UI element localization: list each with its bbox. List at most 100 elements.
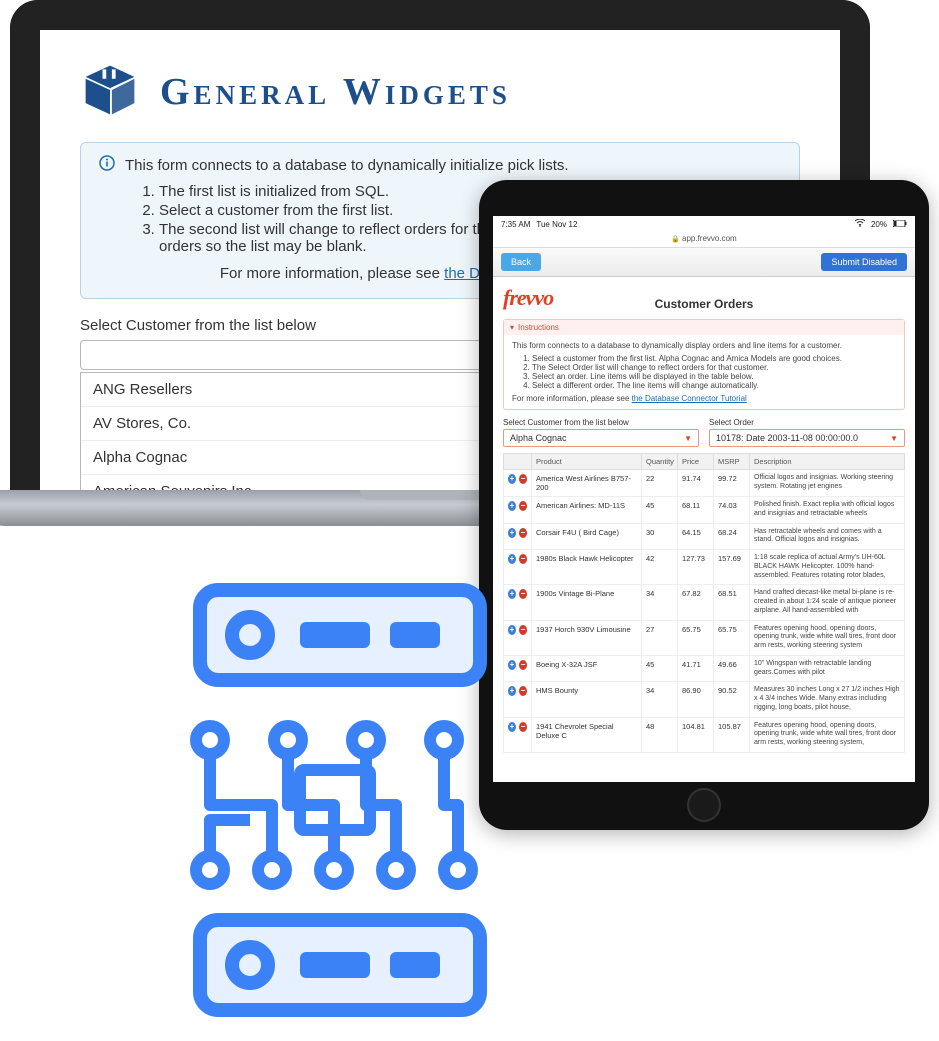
nav-bar: Back Submit Disabled bbox=[493, 248, 915, 277]
cell-product: America West Airlines B757-200 bbox=[532, 470, 642, 497]
page-title: Customer Orders bbox=[503, 297, 905, 311]
instructions-more-prefix: For more information, please see bbox=[512, 394, 632, 403]
add-row-icon[interactable]: + bbox=[508, 554, 516, 564]
wifi-icon bbox=[855, 219, 865, 229]
app-header: General Widgets bbox=[80, 60, 800, 124]
cell-desc: Has retractable wheels and comes with a … bbox=[750, 523, 905, 550]
instructions-header-text: Instructions bbox=[518, 323, 559, 332]
column-header: Product bbox=[532, 454, 642, 470]
chevron-down-icon: ▼ bbox=[684, 434, 692, 443]
customer-select-value: Alpha Cognac bbox=[510, 433, 567, 443]
cell-product: 1937 Horch 930V Limousine bbox=[532, 620, 642, 655]
order-select[interactable]: 10178: Date 2003-11-08 00:00:00.0 ▼ bbox=[709, 429, 905, 447]
remove-row-icon[interactable]: − bbox=[519, 554, 527, 564]
instructions-intro: This form connects to a database to dyna… bbox=[512, 341, 896, 350]
cell-price: 86.90 bbox=[678, 682, 714, 717]
cell-qty: 27 bbox=[642, 620, 678, 655]
cell-product: 1980s Black Hawk Helicopter bbox=[532, 550, 642, 585]
instructions-steps: Select a customer from the first list. A… bbox=[532, 354, 896, 390]
add-row-icon[interactable]: + bbox=[508, 528, 516, 538]
instruction-step: Select an order. Line items will be disp… bbox=[532, 372, 896, 381]
cell-desc: 1:18 scale replica of actual Army's UH-6… bbox=[750, 550, 905, 585]
cell-msrp: 65.75 bbox=[714, 620, 750, 655]
table-row: +−1900s Vintage Bi-Plane3467.8268.51Hand… bbox=[504, 585, 905, 620]
cell-price: 67.82 bbox=[678, 585, 714, 620]
instructions-panel: ▾ Instructions This form connects to a d… bbox=[503, 319, 905, 410]
add-row-icon[interactable]: + bbox=[508, 474, 516, 484]
cell-price: 91.74 bbox=[678, 470, 714, 497]
info-more-prefix: For more information, please see bbox=[220, 265, 444, 282]
battery-percent: 20% bbox=[871, 220, 887, 229]
cell-desc: Hand crafted diecast-like metal bi-plane… bbox=[750, 585, 905, 620]
cell-msrp: 49.66 bbox=[714, 655, 750, 682]
table-row: +−1941 Chevrolet Special Deluxe C48104.8… bbox=[504, 717, 905, 752]
browser-url-bar[interactable]: 🔒app.frevvo.com bbox=[493, 232, 915, 248]
cell-msrp: 74.03 bbox=[714, 497, 750, 524]
remove-row-icon[interactable]: − bbox=[519, 474, 527, 484]
cell-msrp: 68.24 bbox=[714, 523, 750, 550]
cell-price: 68.11 bbox=[678, 497, 714, 524]
instruction-step: Select a customer from the first list. A… bbox=[532, 354, 896, 363]
order-select-label: Select Order bbox=[709, 418, 905, 427]
cell-price: 104.81 bbox=[678, 717, 714, 752]
db-connector-link[interactable]: the Database Connector Tutorial bbox=[632, 394, 747, 403]
cell-price: 127.73 bbox=[678, 550, 714, 585]
column-header: MSRP bbox=[714, 454, 750, 470]
cell-msrp: 105.87 bbox=[714, 717, 750, 752]
cell-desc: Features opening hood, opening doors, op… bbox=[750, 717, 905, 752]
cell-qty: 45 bbox=[642, 655, 678, 682]
cell-desc: Polished finish. Exact replia with offic… bbox=[750, 497, 905, 524]
cell-price: 65.75 bbox=[678, 620, 714, 655]
cell-qty: 22 bbox=[642, 470, 678, 497]
cell-msrp: 99.72 bbox=[714, 470, 750, 497]
cell-price: 41.71 bbox=[678, 655, 714, 682]
table-row: +−America West Airlines B757-2002291.749… bbox=[504, 470, 905, 497]
back-button[interactable]: Back bbox=[501, 253, 541, 271]
submit-disabled-button[interactable]: Submit Disabled bbox=[821, 253, 907, 271]
cell-qty: 30 bbox=[642, 523, 678, 550]
add-row-icon[interactable]: + bbox=[508, 501, 516, 511]
cell-desc: Measures 30 inches Long x 27 1/2 inches … bbox=[750, 682, 905, 717]
column-header: Quantity bbox=[642, 454, 678, 470]
chevron-down-icon: ▾ bbox=[510, 323, 514, 332]
table-row: +−1937 Horch 930V Limousine2765.7565.75F… bbox=[504, 620, 905, 655]
line-items-table: ProductQuantityPriceMSRPDescription +−Am… bbox=[503, 453, 905, 753]
cell-product: American Airlines: MD-11S bbox=[532, 497, 642, 524]
battery-icon bbox=[893, 220, 907, 229]
cell-product: Boeing X-32A JSF bbox=[532, 655, 642, 682]
info-icon bbox=[99, 155, 115, 175]
status-date: Tue Nov 12 bbox=[536, 220, 577, 229]
cell-msrp: 68.51 bbox=[714, 585, 750, 620]
lock-icon: 🔒 bbox=[671, 236, 680, 243]
home-button[interactable] bbox=[687, 788, 721, 822]
cell-product: 1900s Vintage Bi-Plane bbox=[532, 585, 642, 620]
cell-qty: 48 bbox=[642, 717, 678, 752]
cell-desc: 10" Wingspan with retractable landing ge… bbox=[750, 655, 905, 682]
app-title: General Widgets bbox=[160, 70, 511, 114]
customer-select[interactable]: Alpha Cognac ▼ bbox=[503, 429, 699, 447]
url-text: app.frevvo.com bbox=[682, 234, 737, 243]
status-time: 7:35 AM bbox=[501, 220, 530, 229]
instruction-step: The Select Order list will change to ref… bbox=[532, 363, 896, 372]
remove-row-icon[interactable]: − bbox=[519, 528, 527, 538]
tablet-device: 7:35 AM Tue Nov 12 20% 🔒app.frevvo.com B… bbox=[479, 180, 929, 830]
box-logo-icon bbox=[80, 60, 140, 124]
column-header: Description bbox=[750, 454, 905, 470]
order-select-value: 10178: Date 2003-11-08 00:00:00.0 bbox=[716, 433, 858, 443]
remove-row-icon[interactable]: − bbox=[519, 501, 527, 511]
cell-product: 1941 Chevrolet Special Deluxe C bbox=[532, 717, 642, 752]
instructions-toggle[interactable]: ▾ Instructions bbox=[504, 320, 904, 335]
tablet-screen: 7:35 AM Tue Nov 12 20% 🔒app.frevvo.com B… bbox=[493, 216, 915, 782]
chevron-down-icon: ▼ bbox=[890, 434, 898, 443]
cell-qty: 42 bbox=[642, 550, 678, 585]
cell-product: Corsair F4U ( Bird Cage) bbox=[532, 523, 642, 550]
cell-price: 64.15 bbox=[678, 523, 714, 550]
table-row: +−HMS Bounty3486.9090.52Measures 30 inch… bbox=[504, 682, 905, 717]
customer-select-label: Select Customer from the list below bbox=[503, 418, 699, 427]
column-header bbox=[504, 454, 532, 470]
cell-msrp: 90.52 bbox=[714, 682, 750, 717]
cell-desc: Official logos and insignias. Working st… bbox=[750, 470, 905, 497]
table-row: +−American Airlines: MD-11S4568.1174.03P… bbox=[504, 497, 905, 524]
cell-qty: 34 bbox=[642, 682, 678, 717]
table-row: +−Boeing X-32A JSF4541.7149.6610" Wingsp… bbox=[504, 655, 905, 682]
